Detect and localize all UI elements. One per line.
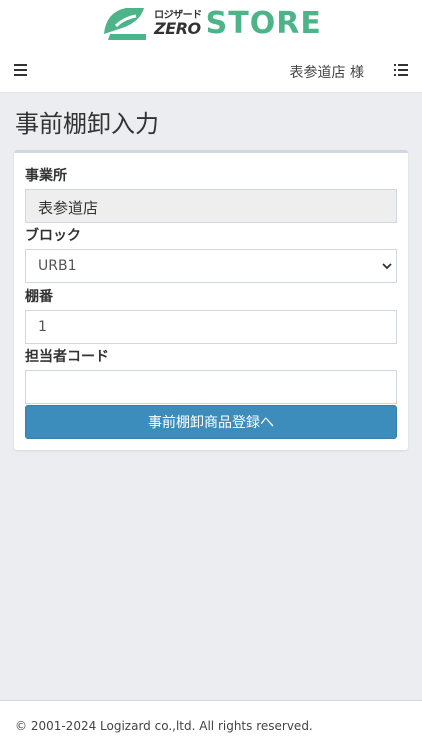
- brand-logo: ロジザード ZERO STORE: [100, 4, 322, 44]
- register-items-button[interactable]: 事前棚卸商品登録へ: [25, 405, 397, 439]
- staff-code-label: 担当者コード: [25, 349, 109, 365]
- register-items-button-label: 事前棚卸商品登録へ: [148, 415, 274, 431]
- top-navbar: 表参道店 様: [0, 48, 422, 93]
- user-label: 表参道店 様: [289, 65, 364, 81]
- block-select[interactable]: URB1: [25, 249, 397, 283]
- shelf-label: 棚番: [25, 289, 53, 305]
- staff-code-input[interactable]: [25, 370, 397, 404]
- input-form-card: 事業所 表参道店 ブロック URB1 棚番 1 担当者コード 事前棚卸商品登録へ: [14, 150, 408, 450]
- page-title: 事前棚卸入力: [15, 110, 159, 138]
- office-label: 事業所: [25, 168, 67, 184]
- logo-zero-text: ZERO: [154, 19, 201, 38]
- block-selected-value: URB1: [38, 258, 77, 274]
- logo-bar: ロジザード ZERO STORE: [0, 0, 422, 48]
- footer: © 2001-2024 Logizard co.,ltd. All rights…: [0, 700, 422, 750]
- list-icon[interactable]: [394, 64, 408, 76]
- block-label: ブロック: [25, 228, 81, 244]
- logo-store-text: STORE: [205, 6, 322, 41]
- logo-mark-icon: [104, 8, 147, 40]
- copyright-text: © 2001-2024 Logizard co.,ltd. All rights…: [15, 719, 313, 733]
- chevron-down-icon: [382, 263, 392, 270]
- hamburger-icon[interactable]: [14, 64, 27, 76]
- shelf-input[interactable]: 1: [25, 310, 397, 344]
- office-value: 表参道店: [25, 189, 397, 223]
